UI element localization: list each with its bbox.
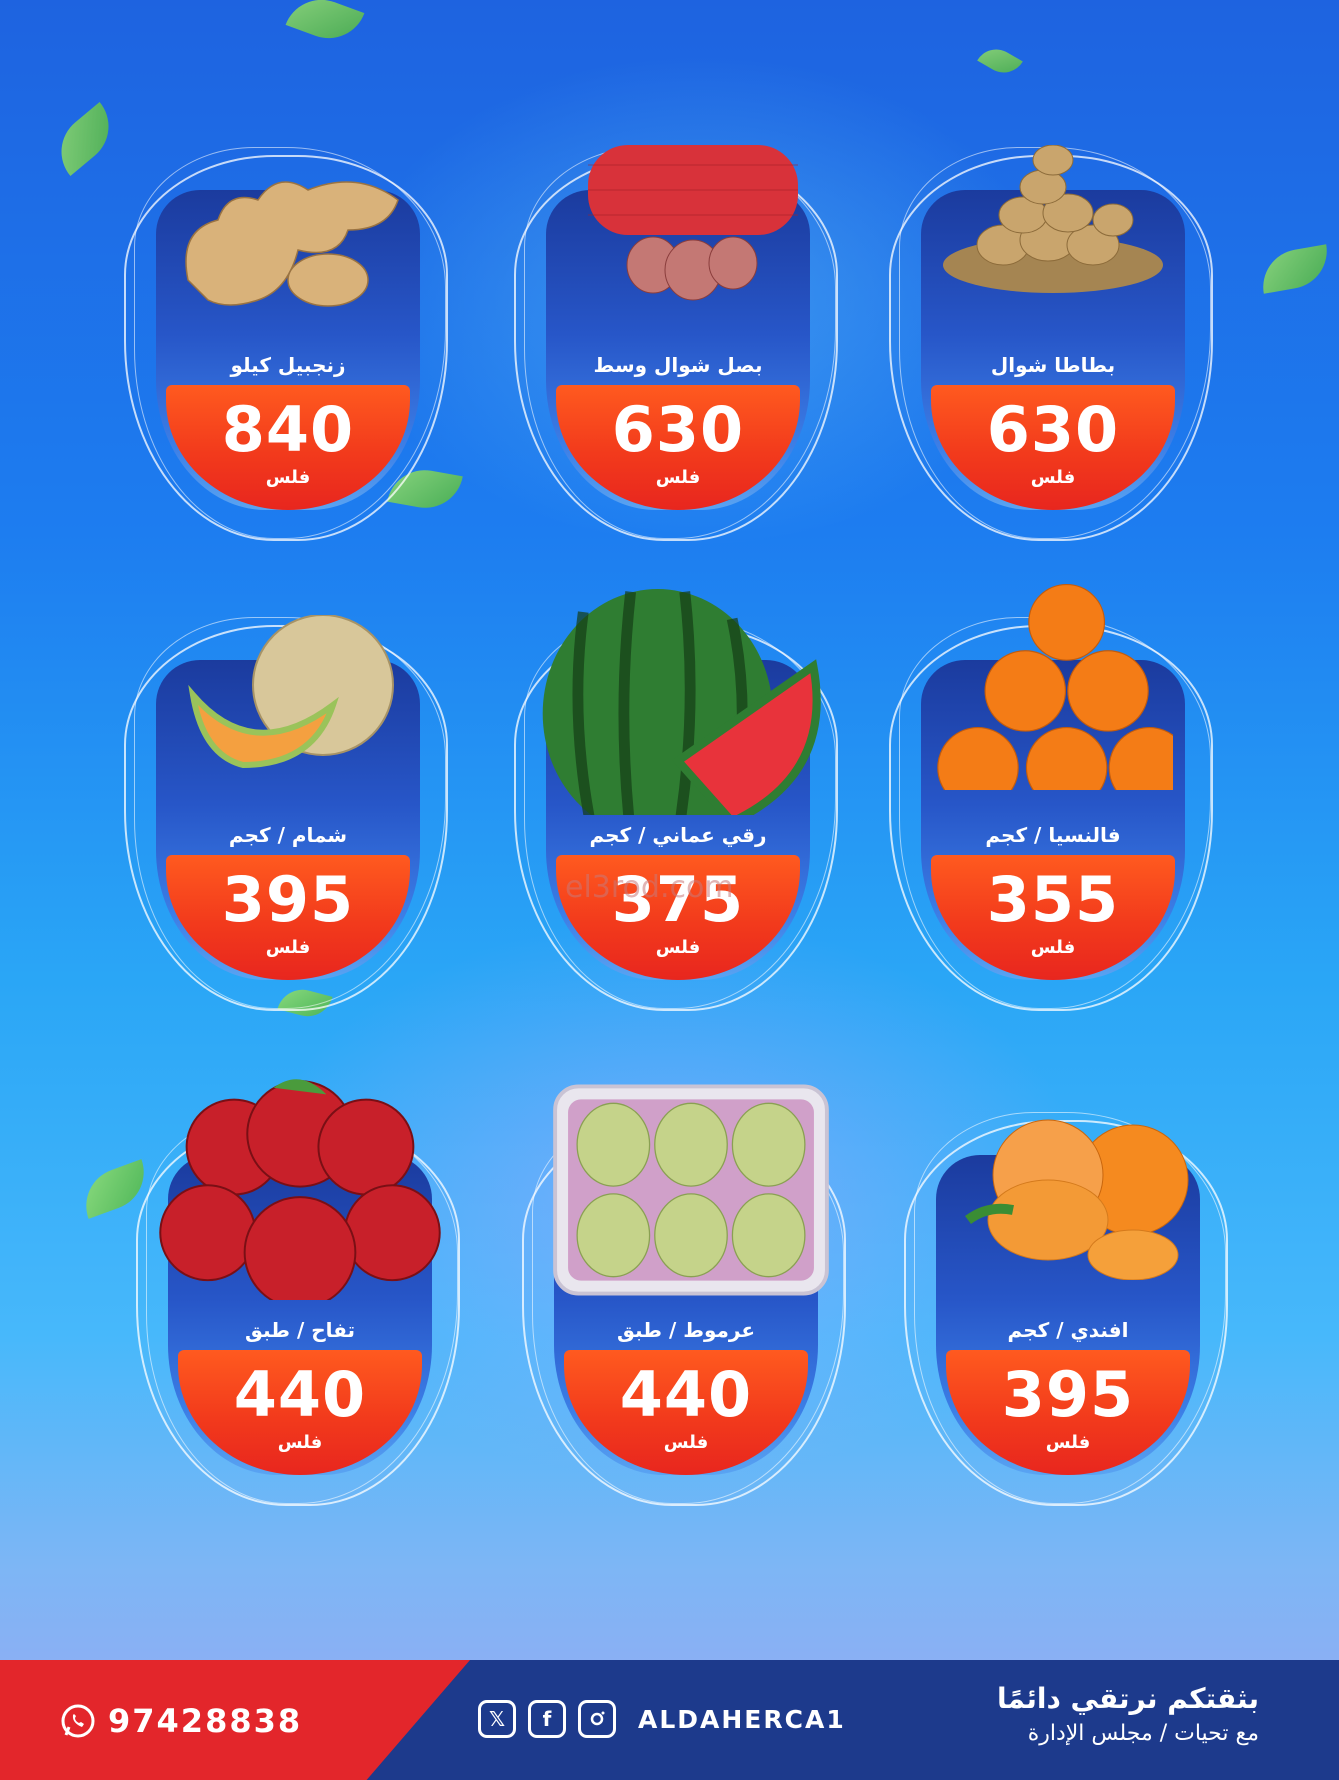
price-unit: فلس [277, 1432, 323, 1453]
product-name: بصل شوال وسط [593, 353, 763, 377]
product-price: 355 [986, 863, 1120, 936]
slogan-line2: مع تحيات / مجلس الإدارة [1027, 1721, 1259, 1746]
product-price: 395 [221, 863, 355, 936]
product-card: عرموط / طبق 440 فلس [522, 1084, 846, 1506]
product-card: شمام / كجم 395 فلس [124, 615, 448, 1011]
product-card: افندي / كجم 395 فلس [904, 1112, 1228, 1506]
price-unit: فلس [1030, 937, 1076, 958]
price-unit: فلس [655, 467, 701, 488]
product-name: افندي / كجم [1007, 1318, 1129, 1342]
phone-number: 97428838 [108, 1702, 303, 1740]
mandarins-image [965, 1119, 1189, 1280]
slogan: بثقتكم نرتقي دائمًا مع تحيات / مجلس الإد… [997, 1682, 1259, 1746]
social-handle[interactable]: ALDAHERCA1 [638, 1705, 846, 1734]
watermelon-image [542, 589, 821, 815]
product-card: بصل شوال وسط 630 فلس [514, 145, 838, 541]
potatoes-image [943, 145, 1163, 293]
phone-contact[interactable]: 97428838 [60, 1702, 302, 1740]
price-unit: فلس [265, 937, 311, 958]
watermark: el3rod.com [565, 870, 734, 905]
ginger-image [185, 181, 399, 307]
product-name: زنجبيل كيلو [230, 353, 346, 377]
price-unit: فلس [655, 937, 701, 958]
product-price: 630 [986, 393, 1120, 466]
product-name: عرموط / طبق [616, 1318, 756, 1342]
product-name: شمام / كجم [228, 823, 348, 847]
product-name: تفاح / طبق [244, 1318, 356, 1342]
price-unit: فلس [265, 467, 311, 488]
product-name: بطاطا شوال [990, 353, 1116, 377]
product-name: فالنسيا / كجم [985, 823, 1121, 847]
product-card: رقي عماني / كجم 375 فلس [514, 589, 838, 1011]
product-card: تفاح / طبق 440 فلس [136, 1079, 460, 1506]
footer-bar: 97428838 𝕏 f ALDAHERCA1 بثقتكم نرتقي دائ… [0, 1660, 1339, 1780]
product-name: رقي عماني / كجم [589, 823, 767, 847]
whatsapp-icon [61, 1704, 95, 1738]
product-price: 440 [619, 1358, 753, 1431]
product-price: 440 [233, 1358, 367, 1431]
onions-image [588, 145, 798, 301]
product-price: 840 [221, 393, 355, 466]
pears-tray-image [553, 1084, 829, 1296]
cantaloupe-image [188, 615, 394, 769]
social-links: 𝕏 f ALDAHERCA1 [478, 1700, 846, 1738]
price-unit: فلس [663, 1432, 709, 1453]
product-price: 630 [611, 393, 745, 466]
product-card: بطاطا شوال 630 فلس [889, 145, 1213, 541]
price-unit: فلس [1045, 1432, 1091, 1453]
instagram-icon[interactable] [578, 1700, 616, 1738]
apples-image [159, 1079, 441, 1300]
x-icon[interactable]: 𝕏 [478, 1700, 516, 1738]
price-unit: فلس [1030, 467, 1076, 488]
product-card: فالنسيا / كجم 355 فلس [889, 583, 1213, 1011]
facebook-icon[interactable]: f [528, 1700, 566, 1738]
product-price: 395 [1001, 1358, 1135, 1431]
slogan-line1: بثقتكم نرتقي دائمًا [997, 1682, 1259, 1715]
oranges-image [937, 583, 1173, 790]
product-card: زنجبيل كيلو 840 فلس [124, 147, 448, 541]
